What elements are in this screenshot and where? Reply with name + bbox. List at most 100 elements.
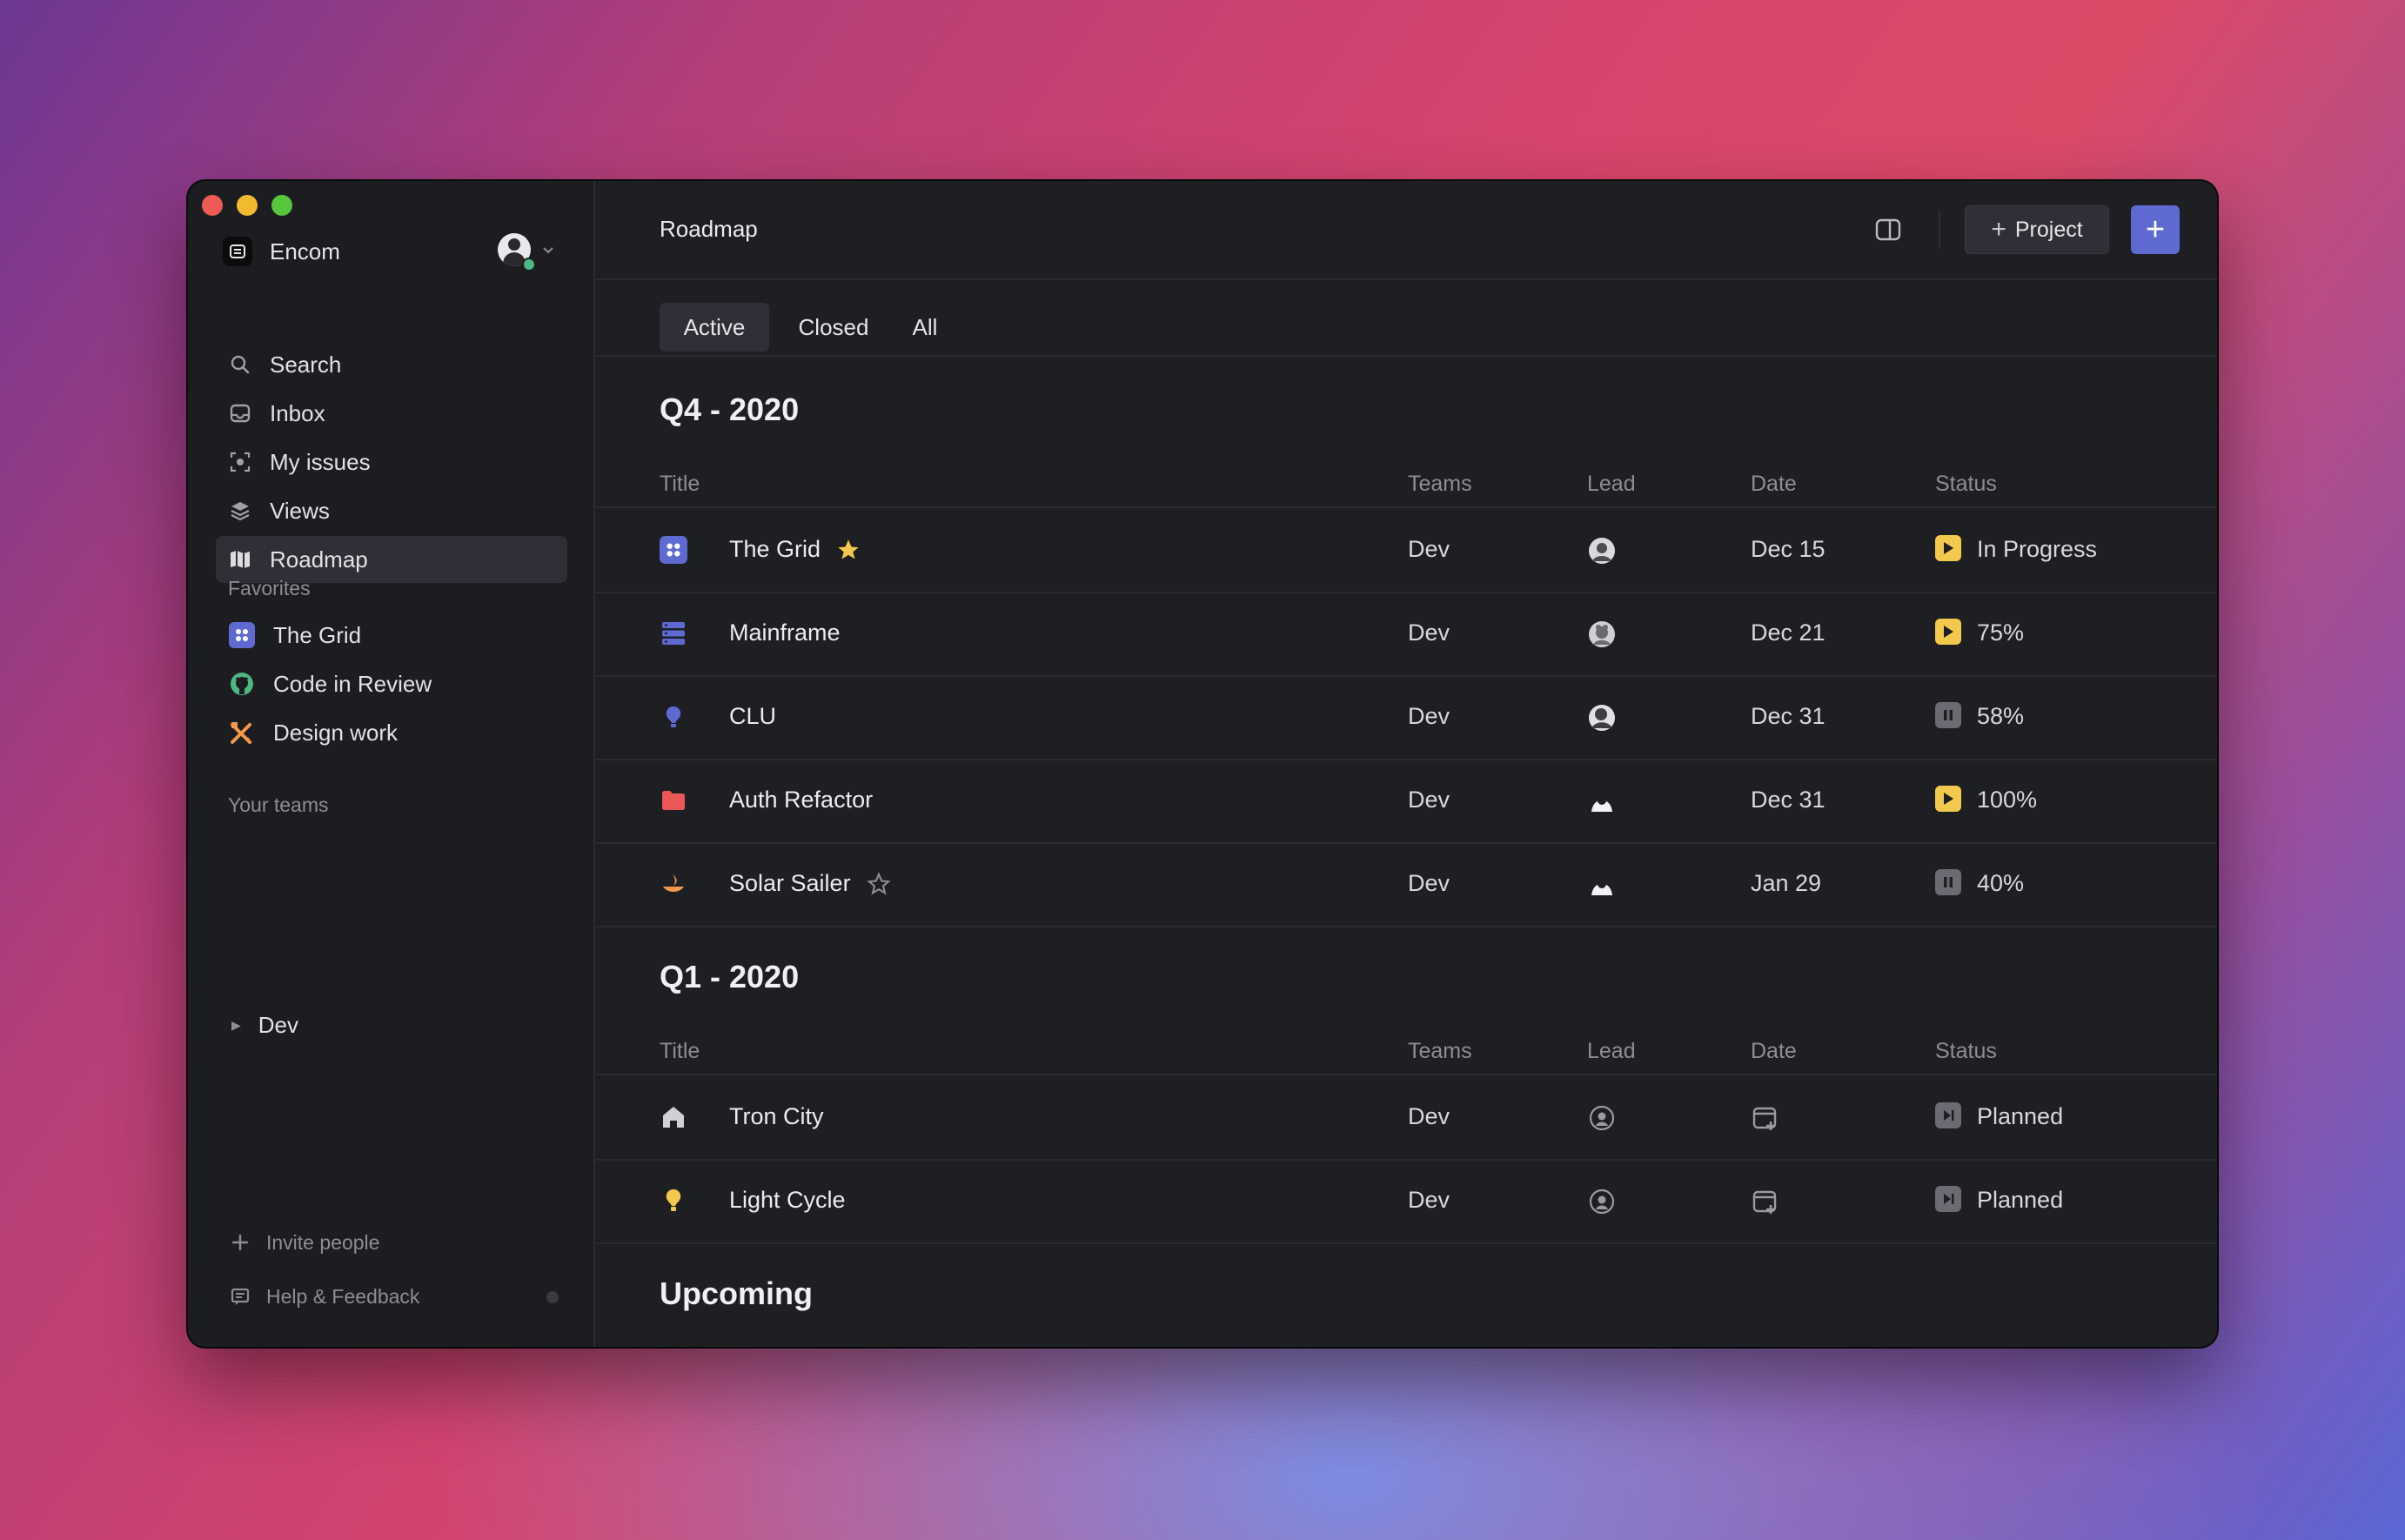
column-title[interactable]: Title — [660, 1039, 700, 1064]
nav-item-label: Roadmap — [270, 546, 368, 572]
expand-triangle-icon[interactable]: ▶ — [231, 1018, 241, 1033]
project-row[interactable]: Auth Refactor Dev Dec 31 100% — [595, 759, 2217, 844]
app-window: Encom Search Inbox My issues Views Roadm… — [188, 181, 2217, 1347]
planned-status-icon — [1935, 1186, 1961, 1212]
column-teams[interactable]: Teams — [1408, 472, 1472, 497]
column-title[interactable]: Title — [660, 472, 700, 497]
new-issue-button[interactable]: + — [2131, 205, 2180, 254]
nav-item-label: Inbox — [270, 399, 325, 426]
project-title: Light Cycle — [729, 1187, 846, 1213]
favorite-item-label: Code in Review — [273, 670, 432, 697]
project-title: Solar Sailer — [729, 870, 851, 896]
column-date[interactable]: Date — [1751, 472, 1797, 497]
workspace-switcher[interactable]: Encom — [223, 230, 340, 273]
bulb-icon — [658, 701, 689, 733]
project-status[interactable]: In Progress — [1977, 536, 2097, 563]
favorite-item-code-in-review[interactable]: Code in Review — [228, 665, 432, 703]
nav-item-roadmap[interactable]: Roadmap — [216, 536, 567, 583]
project-team: Dev — [1408, 619, 1450, 646]
project-title: CLU — [729, 703, 777, 729]
workspace-name: Encom — [270, 238, 340, 264]
column-teams[interactable]: Teams — [1408, 1039, 1472, 1064]
invite-people-button[interactable]: Invite people — [228, 1225, 379, 1260]
window-zoom-button[interactable] — [271, 195, 292, 216]
grid-project-icon — [228, 621, 256, 649]
lead-avatar[interactable] — [1587, 787, 1617, 816]
project-date[interactable]: Dec 31 — [1751, 787, 1826, 814]
project-status[interactable]: 58% — [1977, 703, 2024, 730]
column-lead[interactable]: Lead — [1587, 1039, 1636, 1064]
project-row[interactable]: Mainframe Dev Dec 21 75% — [595, 592, 2217, 677]
user-menu[interactable] — [498, 233, 555, 271]
design-tools-icon — [228, 719, 256, 747]
sailer-icon — [658, 868, 689, 900]
project-date[interactable]: Jan 29 — [1751, 870, 1821, 897]
column-header-row: Title Teams Lead Date Status — [595, 456, 2217, 508]
help-status-dot — [546, 1291, 559, 1303]
window-minimize-button[interactable] — [237, 195, 258, 216]
team-item-dev[interactable]: ▶ Dev — [228, 1006, 298, 1044]
invite-people-label: Invite people — [266, 1230, 380, 1254]
group-heading: Upcoming — [660, 1276, 813, 1311]
project-status[interactable]: 40% — [1977, 870, 2024, 897]
column-status[interactable]: Status — [1935, 1039, 1997, 1064]
lead-avatar[interactable] — [1587, 536, 1617, 566]
star-filled-icon[interactable] — [836, 538, 861, 562]
lead-avatar[interactable] — [1587, 619, 1617, 649]
project-date[interactable]: Dec 15 — [1751, 536, 1826, 563]
add-date-icon[interactable] — [1751, 1103, 1780, 1133]
panel-toggle-icon — [1875, 218, 1901, 241]
project-row[interactable]: Tron City Dev Planned — [595, 1075, 2217, 1161]
no-lead-icon[interactable] — [1587, 1187, 1617, 1216]
nav-item-label: My issues — [270, 448, 371, 475]
my-issues-icon — [228, 450, 252, 474]
project-team: Dev — [1408, 703, 1450, 729]
add-date-icon[interactable] — [1751, 1187, 1780, 1216]
column-lead[interactable]: Lead — [1587, 472, 1636, 497]
column-status[interactable]: Status — [1935, 472, 1997, 497]
tab-closed[interactable]: Closed — [781, 303, 886, 352]
nav-item-label: Views — [270, 497, 330, 524]
project-row[interactable]: The Grid Dev Dec 15 In Progress — [595, 508, 2217, 593]
window-close-button[interactable] — [202, 195, 223, 216]
project-status[interactable]: 100% — [1977, 787, 2037, 814]
play-status-icon — [1935, 535, 1961, 561]
lead-avatar[interactable] — [1587, 870, 1617, 900]
project-status[interactable]: 75% — [1977, 619, 2024, 646]
group-heading: Q4 - 2020 — [660, 392, 800, 427]
project-title: The Grid — [729, 536, 821, 562]
nav-item-inbox[interactable]: Inbox — [216, 390, 567, 437]
project-row[interactable]: Light Cycle Dev Planned — [595, 1159, 2217, 1244]
project-status[interactable]: Planned — [1977, 1187, 2063, 1214]
github-icon — [228, 670, 256, 698]
toggle-panel-button[interactable] — [1872, 214, 1904, 245]
tab-active[interactable]: Active — [660, 303, 769, 352]
nav-item-search[interactable]: Search — [216, 341, 567, 388]
tab-all[interactable]: All — [894, 303, 955, 352]
project-team: Dev — [1408, 536, 1450, 562]
project-title: Tron City — [729, 1103, 824, 1129]
favorites-heading: Favorites — [228, 577, 311, 599]
project-team: Dev — [1408, 1187, 1450, 1213]
project-row[interactable]: Solar Sailer Dev Jan 29 40% ••• — [595, 842, 2217, 927]
workspace-logo-icon — [223, 237, 252, 266]
nav-item-my-issues[interactable]: My issues — [216, 439, 567, 485]
project-date[interactable]: Dec 31 — [1751, 703, 1826, 730]
star-outline-icon[interactable] — [866, 871, 891, 896]
favorite-item-label: Design work — [273, 719, 399, 746]
new-project-button[interactable]: + Project — [1965, 205, 2109, 254]
project-row[interactable]: CLU Dev Dec 31 58% — [595, 675, 2217, 760]
project-date[interactable]: Dec 21 — [1751, 619, 1826, 646]
no-lead-icon[interactable] — [1587, 1103, 1617, 1133]
favorite-item-design-work[interactable]: Design work — [228, 713, 398, 752]
favorite-item-the-grid[interactable]: The Grid — [228, 616, 361, 654]
nav-item-views[interactable]: Views — [216, 487, 567, 534]
folder-icon — [658, 785, 689, 816]
favorite-item-label: The Grid — [273, 621, 362, 648]
home-icon — [658, 1101, 689, 1133]
help-feedback-button[interactable]: Help & Feedback — [228, 1279, 419, 1314]
lead-avatar[interactable] — [1587, 703, 1617, 733]
column-date[interactable]: Date — [1751, 1039, 1797, 1064]
new-project-label: Project — [2014, 217, 2083, 242]
project-status[interactable]: Planned — [1977, 1103, 2063, 1130]
